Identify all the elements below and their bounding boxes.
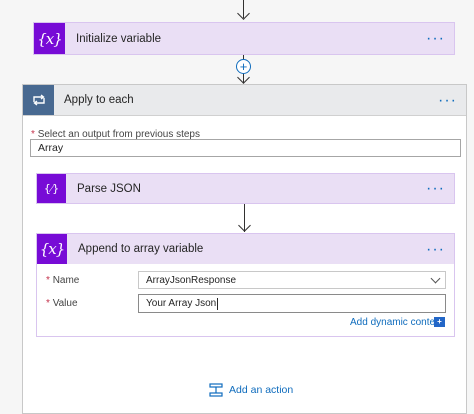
parse-json-more-icon[interactable]: ··· — [426, 181, 445, 197]
append-array-more-icon[interactable]: ··· — [426, 242, 445, 258]
dynamic-content-icon[interactable]: + — [434, 317, 445, 327]
append-array-title: Append to array variable — [78, 243, 204, 255]
name-dropdown[interactable]: ArrayJsonResponse — [138, 271, 446, 289]
value-input[interactable]: Your Array Json — [138, 294, 446, 313]
curly-variable-icon: {x} — [37, 234, 67, 264]
add-action-label: Add an action — [229, 384, 294, 396]
parse-json-title: Parse JSON — [77, 182, 141, 195]
curly-variable-icon: {x} — [34, 23, 65, 54]
text-cursor — [217, 297, 219, 310]
add-action-button[interactable]: Add an action — [209, 383, 293, 397]
chevron-down-icon — [430, 273, 441, 284]
initialize-variable-card[interactable]: {x} Initialize variable ··· — [33, 22, 455, 55]
connector-arrow-top — [237, 7, 250, 20]
add-dynamic-content-link[interactable]: Add dynamic content — [350, 317, 443, 328]
initialize-variable-title: Initialize variable — [76, 32, 162, 45]
value-field-label: * Value — [46, 298, 78, 309]
initialize-variable-header[interactable]: {x} Initialize variable — [34, 23, 454, 54]
apply-to-each-header[interactable]: Apply to each — [23, 85, 466, 116]
parse-json-header[interactable]: {⁄} Parse JSON — [37, 174, 454, 203]
select-output-input[interactable]: Array — [30, 139, 461, 157]
apply-to-each-title: Apply to each — [64, 94, 134, 106]
append-array-header[interactable]: {x} Append to array variable — [37, 234, 454, 264]
loop-icon — [23, 85, 54, 115]
initialize-variable-more-icon[interactable]: ··· — [426, 31, 445, 47]
json-curly-icon: {⁄} — [37, 174, 66, 203]
name-field-label: * Name — [46, 275, 80, 286]
value-input-text: Your Array Json — [146, 298, 217, 309]
parse-json-card[interactable]: {⁄} Parse JSON ··· — [36, 173, 455, 204]
flow-designer-canvas: { "init_step": { "title": "Initialize va… — [0, 0, 474, 414]
connector-arrow-inner — [238, 219, 251, 232]
name-dropdown-value: ArrayJsonResponse — [146, 274, 237, 286]
add-action-icon — [209, 383, 223, 397]
append-array-card: {x} Append to array variable ··· * Name … — [36, 233, 455, 337]
apply-to-each-card: Apply to each ··· * Select an output fro… — [22, 84, 467, 414]
apply-to-each-more-icon[interactable]: ··· — [438, 93, 457, 109]
